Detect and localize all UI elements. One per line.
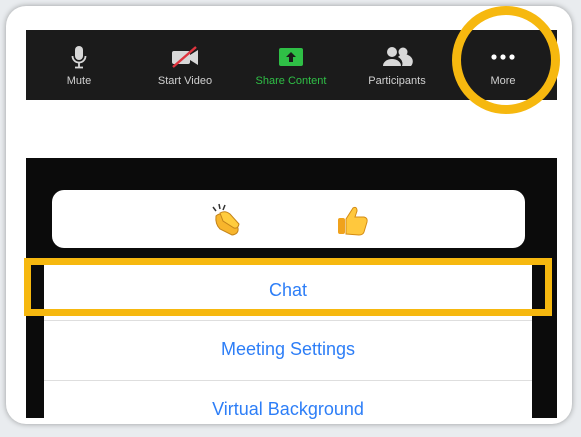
meeting-toolbar: Mute Start Video Share Content Participa… xyxy=(26,30,557,100)
clap-reaction-button[interactable] xyxy=(208,202,244,238)
video-off-icon xyxy=(169,44,201,70)
thumbs-up-icon xyxy=(338,206,368,236)
virtual-background-menu-item[interactable]: Virtual Background xyxy=(44,380,532,437)
participants-icon xyxy=(381,44,413,70)
participants-label: Participants xyxy=(368,74,426,87)
thumbs-up-reaction-button[interactable] xyxy=(334,202,370,238)
clapping-hands-icon xyxy=(212,203,240,236)
more-label: More xyxy=(490,74,516,87)
chat-menu-item[interactable]: Chat xyxy=(44,262,532,318)
start-video-button[interactable]: Start Video xyxy=(132,30,238,100)
more-button[interactable]: More xyxy=(450,30,556,100)
participants-button[interactable]: Participants xyxy=(344,30,450,100)
meeting-settings-menu-item[interactable]: Meeting Settings xyxy=(44,320,532,377)
share-screen-icon xyxy=(277,44,305,70)
more-dots-icon xyxy=(490,44,516,70)
mute-label: Mute xyxy=(66,74,92,87)
mute-button[interactable]: Mute xyxy=(26,30,132,100)
share-content-button[interactable]: Share Content xyxy=(238,30,344,100)
microphone-icon xyxy=(71,44,87,70)
more-menu-sheet: Chat Meeting Settings Virtual Background xyxy=(44,262,532,422)
share-content-label: Share Content xyxy=(255,74,327,87)
start-video-label: Start Video xyxy=(157,74,213,87)
reactions-bar xyxy=(52,190,525,248)
